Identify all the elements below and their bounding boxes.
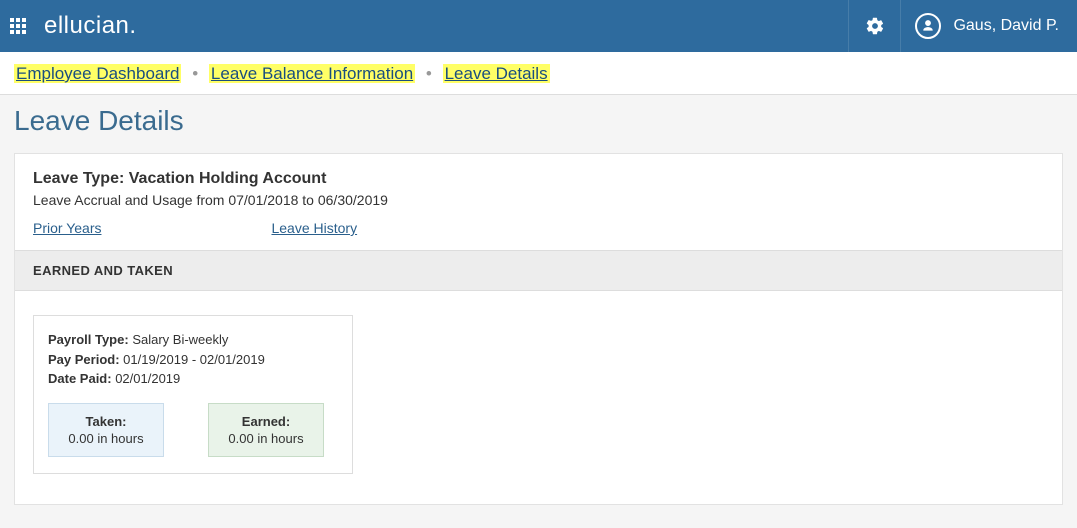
- username-label: Gaus, David P.: [953, 17, 1059, 35]
- breadcrumb-separator: •: [426, 64, 432, 83]
- leave-details-card: Leave Type: Vacation Holding Account Lea…: [14, 153, 1063, 505]
- pay-period-card: Payroll Type: Salary Bi-weekly Pay Perio…: [33, 315, 353, 474]
- pay-period-label: Pay Period:: [48, 352, 120, 367]
- taken-label: Taken:: [49, 414, 163, 429]
- gear-icon: [865, 16, 885, 36]
- payroll-type-label: Payroll Type:: [48, 332, 129, 347]
- taken-value: 0.00 in hours: [49, 431, 163, 446]
- breadcrumb-employee-dashboard[interactable]: Employee Dashboard: [14, 64, 181, 83]
- breadcrumb: Employee Dashboard • Leave Balance Infor…: [0, 52, 1077, 95]
- brand-logo: ellucian.: [44, 12, 137, 40]
- breadcrumb-separator: •: [192, 64, 198, 83]
- breadcrumb-leave-details[interactable]: Leave Details: [443, 64, 550, 83]
- leave-type-value: Vacation Holding Account: [129, 170, 327, 187]
- leave-type-heading: Leave Type: Vacation Holding Account: [33, 170, 1044, 188]
- user-menu[interactable]: Gaus, David P.: [900, 0, 1077, 52]
- breadcrumb-leave-balance-information[interactable]: Leave Balance Information: [209, 64, 415, 83]
- top-banner: ellucian. Gaus, David P.: [0, 0, 1077, 52]
- leave-range-text: Leave Accrual and Usage from 07/01/2018 …: [33, 192, 1044, 208]
- avatar-icon: [915, 13, 941, 39]
- earned-value: 0.00 in hours: [209, 431, 323, 446]
- pay-period-value: 01/19/2019 - 02/01/2019: [123, 352, 265, 367]
- taken-box: Taken: 0.00 in hours: [48, 403, 164, 457]
- leave-history-link[interactable]: Leave History: [271, 220, 357, 236]
- leave-type-prefix: Leave Type:: [33, 170, 124, 187]
- earned-box: Earned: 0.00 in hours: [208, 403, 324, 457]
- earned-and-taken-heading: EARNED AND TAKEN: [15, 250, 1062, 291]
- apps-menu-icon[interactable]: [10, 18, 26, 34]
- payroll-type-value: Salary Bi-weekly: [132, 332, 228, 347]
- settings-button[interactable]: [848, 0, 900, 52]
- page-title: Leave Details: [0, 95, 1077, 153]
- prior-years-link[interactable]: Prior Years: [33, 220, 101, 236]
- date-paid-value: 02/01/2019: [115, 371, 180, 386]
- earned-label: Earned:: [209, 414, 323, 429]
- date-paid-label: Date Paid:: [48, 371, 112, 386]
